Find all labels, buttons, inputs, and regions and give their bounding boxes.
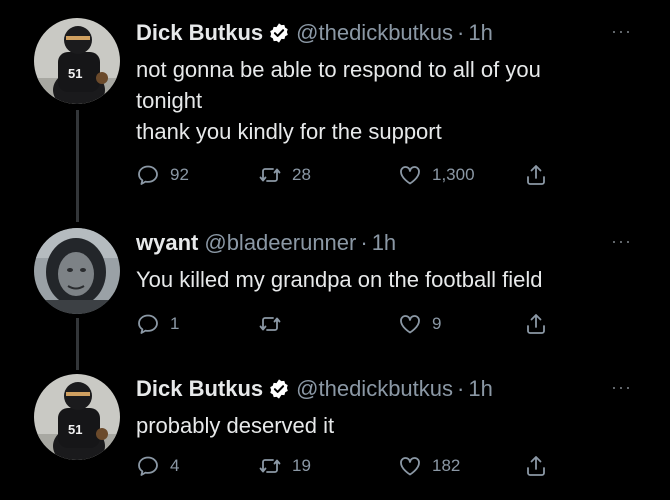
reply-icon: [138, 456, 158, 476]
avatar[interactable]: [34, 228, 120, 314]
reply-icon: [138, 314, 158, 334]
retweet-button[interactable]: [258, 312, 292, 336]
author-name[interactable]: wyant: [136, 228, 198, 258]
tweet-actions: 1 9: [136, 312, 566, 342]
more-options-icon[interactable]: ···: [611, 18, 632, 44]
share-icon: [527, 314, 545, 334]
tweet-actions: 92 28 1,300: [136, 163, 566, 193]
like-count: 1,300: [432, 165, 475, 184]
reply-icon: [138, 165, 158, 185]
retweet-icon: [259, 168, 281, 182]
timestamp[interactable]: 1h: [372, 228, 396, 258]
reply-button[interactable]: 1: [136, 312, 179, 336]
share-button[interactable]: [524, 163, 548, 187]
separator-dot: ·: [457, 20, 465, 45]
tweet-text: probably deserved it: [136, 413, 335, 438]
avatar[interactable]: 51: [34, 18, 120, 104]
tweet-actions: 4 19 182: [136, 454, 566, 484]
tweet[interactable]: 51 Dick Butkus @thedickbutkus · 1h ··· n…: [0, 18, 670, 218]
share-icon: [527, 165, 545, 185]
verified-badge-icon: [270, 23, 288, 43]
reply-button[interactable]: 92: [136, 163, 189, 187]
heart-icon: [400, 457, 420, 476]
share-button[interactable]: [524, 312, 548, 336]
like-count: 9: [432, 314, 442, 333]
retweet-count: 19: [292, 456, 311, 475]
author-handle[interactable]: @thedickbutkus: [296, 18, 453, 48]
tweet-text: You killed my grandpa on the football fi…: [136, 267, 543, 292]
avatar-person-image: [34, 228, 120, 314]
separator-dot: ·: [457, 376, 465, 401]
reply-count: 92: [170, 165, 189, 184]
svg-text:51: 51: [68, 422, 82, 437]
avatar-football-player-image: 51: [34, 374, 120, 460]
like-count: 182: [432, 456, 461, 475]
svg-text:51: 51: [68, 66, 82, 81]
reply-count: 1: [170, 314, 180, 333]
share-button[interactable]: [524, 454, 548, 478]
avatar-football-player-image: 51: [34, 18, 120, 104]
retweet-button[interactable]: 19: [258, 454, 311, 478]
author-handle[interactable]: @thedickbutkus: [296, 374, 453, 404]
heart-icon: [400, 166, 420, 185]
verified-badge-icon: [270, 379, 288, 399]
avatar[interactable]: 51: [34, 374, 120, 460]
tweet[interactable]: wyant @bladeerunner · 1h ··· You killed …: [0, 228, 670, 358]
author-handle[interactable]: @bladeerunner: [204, 228, 356, 258]
like-button[interactable]: 1,300: [398, 163, 475, 187]
like-button[interactable]: 9: [398, 312, 441, 336]
retweet-button[interactable]: 28: [258, 163, 311, 187]
like-button[interactable]: 182: [398, 454, 460, 478]
retweet-count: 28: [292, 165, 311, 184]
retweet-icon: [259, 317, 281, 331]
reply-count: 4: [170, 456, 180, 475]
retweet-icon: [259, 459, 281, 473]
more-options-icon[interactable]: ···: [611, 374, 632, 400]
timestamp[interactable]: 1h: [468, 18, 492, 48]
tweet-text: not gonna be able to respond to all of y…: [136, 57, 541, 144]
reply-button[interactable]: 4: [136, 454, 179, 478]
separator-dot: ·: [360, 230, 368, 255]
heart-icon: [400, 315, 420, 334]
timestamp[interactable]: 1h: [468, 374, 492, 404]
author-name[interactable]: Dick Butkus: [136, 18, 263, 48]
share-icon: [527, 456, 545, 476]
tweet[interactable]: 51 Dick Butkus @thedickbutkus · 1h ··· p…: [0, 374, 670, 494]
author-name[interactable]: Dick Butkus: [136, 374, 263, 404]
more-options-icon[interactable]: ···: [611, 228, 632, 254]
